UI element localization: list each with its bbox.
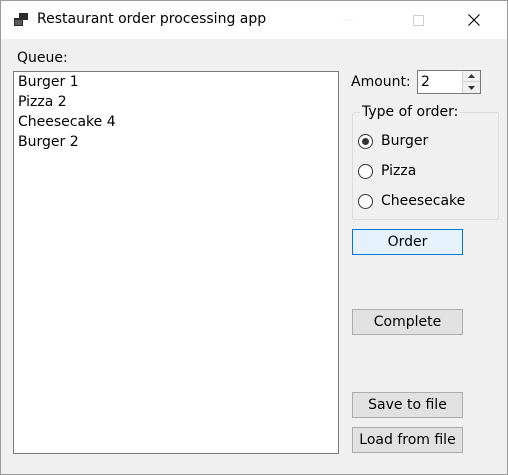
amount-increase-button[interactable] bbox=[462, 71, 480, 82]
amount-stepper[interactable] bbox=[417, 70, 481, 94]
radio-button-icon[interactable] bbox=[358, 193, 373, 209]
queue-listbox[interactable]: Burger 1 Pizza 2 Cheesecake 4 Burger 2 bbox=[13, 71, 339, 454]
list-item[interactable]: Burger 2 bbox=[14, 132, 338, 152]
list-item[interactable]: Pizza 2 bbox=[14, 92, 338, 112]
order-type-legend: Type of order: bbox=[360, 104, 461, 120]
minimize-icon bbox=[343, 19, 353, 21]
close-icon bbox=[468, 14, 480, 26]
radio-button-icon[interactable] bbox=[358, 133, 373, 149]
radio-cheesecake-label: Cheesecake bbox=[381, 193, 466, 209]
radio-pizza-label: Pizza bbox=[381, 163, 417, 179]
maximize-icon bbox=[412, 14, 424, 26]
amount-decrease-button[interactable] bbox=[462, 82, 480, 93]
radio-burger[interactable]: Burger bbox=[358, 131, 428, 151]
order-button[interactable]: Order bbox=[352, 229, 463, 255]
queue-label: Queue: bbox=[17, 50, 68, 66]
window-title: Restaurant order processing app bbox=[37, 11, 267, 27]
minimize-button[interactable] bbox=[325, 1, 371, 39]
list-item[interactable]: Burger 1 bbox=[14, 72, 338, 92]
radio-button-icon[interactable] bbox=[358, 163, 373, 179]
complete-button[interactable]: Complete bbox=[352, 309, 463, 335]
chevron-up-icon bbox=[468, 74, 475, 78]
app-window-icon bbox=[14, 13, 28, 26]
amount-label: Amount: bbox=[351, 74, 411, 90]
app-window: Restaurant order processing app Queue: B… bbox=[0, 0, 508, 475]
radio-cheesecake[interactable]: Cheesecake bbox=[358, 191, 465, 211]
radio-burger-label: Burger bbox=[381, 133, 429, 149]
list-item[interactable]: Cheesecake 4 bbox=[14, 112, 338, 132]
close-button[interactable] bbox=[451, 1, 497, 39]
title-bar: Restaurant order processing app bbox=[1, 1, 507, 39]
radio-pizza[interactable]: Pizza bbox=[358, 161, 416, 181]
load-from-file-button[interactable]: Load from file bbox=[352, 427, 463, 453]
amount-input[interactable] bbox=[421, 73, 457, 91]
maximize-button[interactable] bbox=[395, 1, 441, 39]
chevron-down-icon bbox=[468, 85, 475, 90]
save-to-file-button[interactable]: Save to file bbox=[352, 392, 463, 418]
